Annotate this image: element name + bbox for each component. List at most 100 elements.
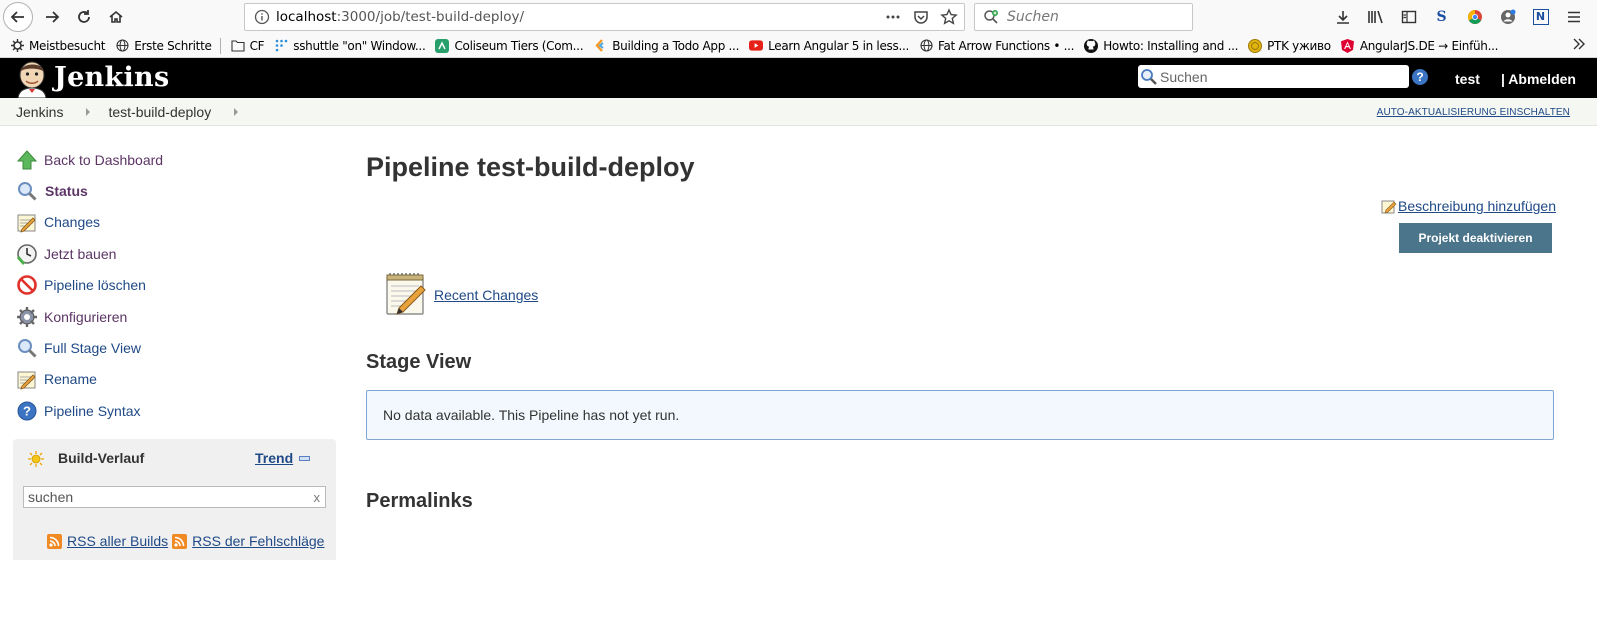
breadcrumb-job[interactable]: test-build-deploy	[108, 104, 211, 120]
task-status[interactable]: Status	[15, 175, 335, 206]
dots-icon	[274, 39, 288, 53]
rss-all-builds-link[interactable]: RSS aller Builds	[67, 533, 168, 549]
task-label: Back to Dashboard	[44, 151, 164, 168]
bookmark-label: Howto: Installing and ...	[1103, 38, 1239, 53]
youtube-icon	[749, 39, 764, 53]
reload-icon	[78, 10, 90, 23]
chrome-extension-button[interactable]	[1459, 3, 1490, 31]
build-search-box[interactable]: x	[23, 486, 326, 508]
bookmark-item[interactable]: Learn Angular 5 in less...	[749, 39, 909, 53]
clear-search-button[interactable]: x	[314, 490, 321, 505]
url-bar[interactable]: localhost:3000/job/test-build-deploy/	[244, 3, 965, 31]
task-rename[interactable]: Rename	[15, 364, 335, 395]
task-back-to-dashboard[interactable]: Back to Dashboard	[15, 144, 335, 175]
github-icon	[1084, 38, 1099, 53]
url-actions	[884, 8, 958, 26]
task-build-now[interactable]: Jetzt bauen	[15, 238, 335, 269]
chrome-icon	[1467, 10, 1482, 24]
jenkins-logo[interactable]	[14, 58, 50, 98]
info-icon[interactable]	[254, 9, 270, 25]
trend-link[interactable]: Trend	[255, 450, 293, 466]
svg-text:?: ?	[23, 403, 31, 418]
folder-icon	[231, 39, 245, 53]
extension-n-button[interactable]: N	[1525, 3, 1556, 31]
task-full-stage-view[interactable]: Full Stage View	[15, 332, 335, 363]
task-changes[interactable]: Changes	[15, 207, 335, 238]
bookmark-item[interactable]: AngularJS.DE → Einfüh...	[1341, 38, 1498, 53]
bookmark-label: CF	[249, 38, 265, 53]
task-pipeline-syntax[interactable]: ? Pipeline Syntax	[15, 395, 335, 426]
rss-failures-link[interactable]: RSS der Fehlschläge	[192, 533, 324, 549]
library-button[interactable]	[1360, 3, 1391, 31]
bookmark-item[interactable]: Fat Arrow Functions • ...	[919, 39, 1075, 53]
page-title: Pipeline test-build-deploy	[366, 152, 695, 182]
search-engine-icon	[984, 10, 998, 24]
sun-icon	[28, 451, 44, 467]
recent-changes-link[interactable]: Recent Changes	[434, 287, 538, 303]
downloads-button[interactable]	[1327, 3, 1358, 31]
account-extension-button[interactable]	[1492, 3, 1523, 31]
account-icon	[1500, 9, 1515, 24]
auto-refresh-link[interactable]: AUTO-AKTUALISIERUNG EINSCHALTEN	[1377, 107, 1570, 118]
home-button[interactable]	[101, 2, 131, 32]
add-description: Beschreibung hinzufügen	[1381, 198, 1556, 214]
browser-search-bar[interactable]: Suchen	[974, 3, 1193, 31]
pocket-icon[interactable]	[912, 8, 930, 26]
gear-icon	[10, 39, 24, 53]
user-link[interactable]: test	[1455, 71, 1480, 87]
jenkins-search-box[interactable]	[1138, 65, 1409, 88]
jenkins-title[interactable]: Jenkins	[54, 62, 169, 93]
bookmark-item[interactable]: Meistbesucht	[10, 38, 106, 53]
menu-button[interactable]	[1558, 3, 1589, 31]
notepad-icon[interactable]	[385, 272, 427, 316]
extension-s-button[interactable]: S	[1426, 3, 1457, 31]
forward-button[interactable]	[37, 2, 67, 32]
disable-project-button[interactable]: Projekt deaktivieren	[1399, 223, 1552, 253]
reload-button[interactable]	[69, 2, 99, 32]
stage-view-title: Stage View	[366, 351, 472, 373]
bookmark-item[interactable]: Coliseum Tiers (Com...	[435, 38, 584, 53]
build-history-panel: Build-Verlauf Trend x RSS aller Builds R…	[13, 439, 336, 560]
forward-arrow-icon	[46, 11, 60, 23]
build-search-input[interactable]	[28, 489, 308, 505]
bookmark-item[interactable]: PTK уживо	[1248, 38, 1331, 53]
bookmark-item[interactable]: Building a Todo App ...	[593, 39, 739, 53]
task-label: Changes	[44, 214, 101, 231]
breadcrumb-jenkins[interactable]: Jenkins	[16, 104, 63, 120]
sidebar-button[interactable]	[1393, 3, 1424, 31]
magnifier-icon	[15, 179, 39, 203]
app-icon	[435, 38, 450, 53]
no-entry-icon	[15, 273, 39, 297]
task-delete-pipeline[interactable]: Pipeline löschen	[15, 270, 335, 301]
back-arrow-icon	[10, 11, 24, 23]
back-button[interactable]	[3, 2, 33, 32]
url-host: localhost	[276, 9, 337, 25]
bookmarks-overflow-icon[interactable]	[1573, 38, 1585, 54]
breadcrumb: Jenkins test-build-deploy AUTO-AKTUALISI…	[0, 98, 1597, 126]
side-tasks: Back to Dashboard Status Changes Jetzt b…	[15, 144, 335, 427]
hamburger-icon	[1567, 11, 1580, 23]
bookmark-item[interactable]: CF	[231, 39, 265, 53]
task-label: Status	[45, 183, 88, 200]
task-configure[interactable]: Konfigurieren	[15, 301, 335, 332]
jenkins-butler-icon	[17, 61, 47, 98]
logout-link[interactable]: | Abmelden	[1501, 71, 1576, 87]
bookmark-label: sshuttle "on" Window...	[293, 38, 426, 53]
bookmark-star-icon[interactable]	[940, 8, 958, 26]
build-history-header: Build-Verlauf Trend	[13, 439, 336, 475]
page-actions-icon[interactable]	[884, 8, 902, 26]
jenkins-search-input[interactable]	[1160, 68, 1400, 85]
breadcrumb-arrow-icon[interactable]	[86, 107, 91, 116]
jenkins-header: Jenkins ? test | Abmelden	[0, 58, 1597, 98]
recent-changes: Recent Changes	[385, 272, 538, 316]
collapse-icon[interactable]	[299, 456, 310, 461]
bookmark-item[interactable]: Erste Schritte	[115, 39, 212, 53]
help-icon[interactable]: ?	[1412, 69, 1428, 85]
bookmark-item[interactable]: Howto: Installing and ...	[1084, 38, 1239, 53]
bookmarks-toolbar: Meistbesucht Erste Schritte CF sshuttle "on…	[0, 34, 1597, 58]
add-description-link[interactable]: Beschreibung hinzufügen	[1398, 198, 1556, 214]
breadcrumb-arrow-icon[interactable]	[234, 107, 239, 116]
permalinks-title: Permalinks	[366, 490, 473, 512]
bookmark-item[interactable]: sshuttle "on" Window...	[274, 38, 426, 53]
bookmark-label: Meistbesucht	[29, 38, 106, 53]
